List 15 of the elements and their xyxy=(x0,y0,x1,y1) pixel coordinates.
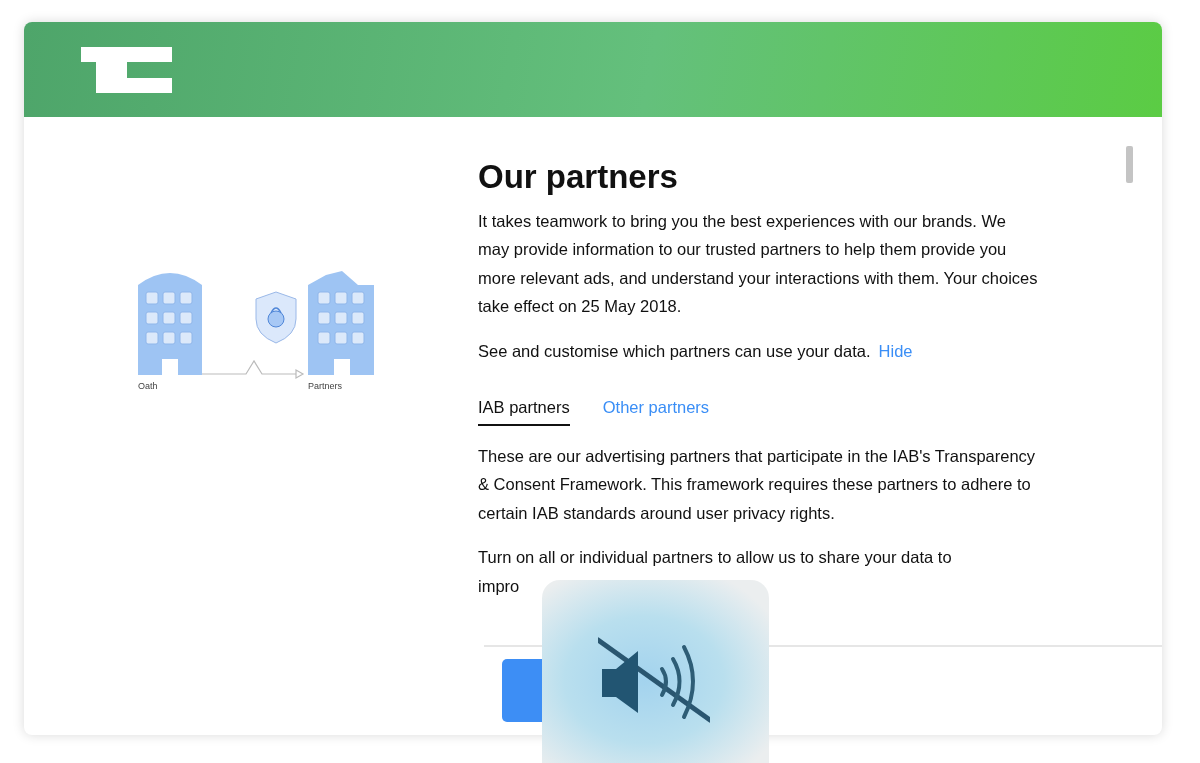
building-label: Oath xyxy=(138,382,158,391)
hide-link[interactable]: Hide xyxy=(878,336,913,366)
instruction-paragraph: Turn on all or individual partners to allow us to share your data to impro xyxy=(478,547,953,597)
description-paragraph: These are our advertising partners that participate in the IAB's Transparency & Consent Framework. This framework requires these partners to adhere to certain IAB standards around user privacy rights. xyxy=(478,445,1037,524)
building-icon xyxy=(138,273,202,375)
building-icon xyxy=(308,271,374,375)
logo-icon xyxy=(81,47,172,93)
shield-lock-icon xyxy=(255,291,297,344)
customise-text: See and customise which partners can use your data. xyxy=(478,340,871,362)
tab[interactable]: Other partners xyxy=(602,393,710,426)
scrollbar-thumb[interactable] xyxy=(1126,146,1133,183)
intro-paragraph: It takes teamwork to bring you the best experiences with our brands. We may provide information to our trusted partners to help them provide you more relevant ads, and understand your interactions with them. Your choices take effect on 25 May 2018. xyxy=(478,210,1038,318)
tab[interactable]: IAB partners xyxy=(478,393,570,426)
building-label: Partners xyxy=(308,382,342,391)
page-title: Our partners xyxy=(478,157,679,197)
